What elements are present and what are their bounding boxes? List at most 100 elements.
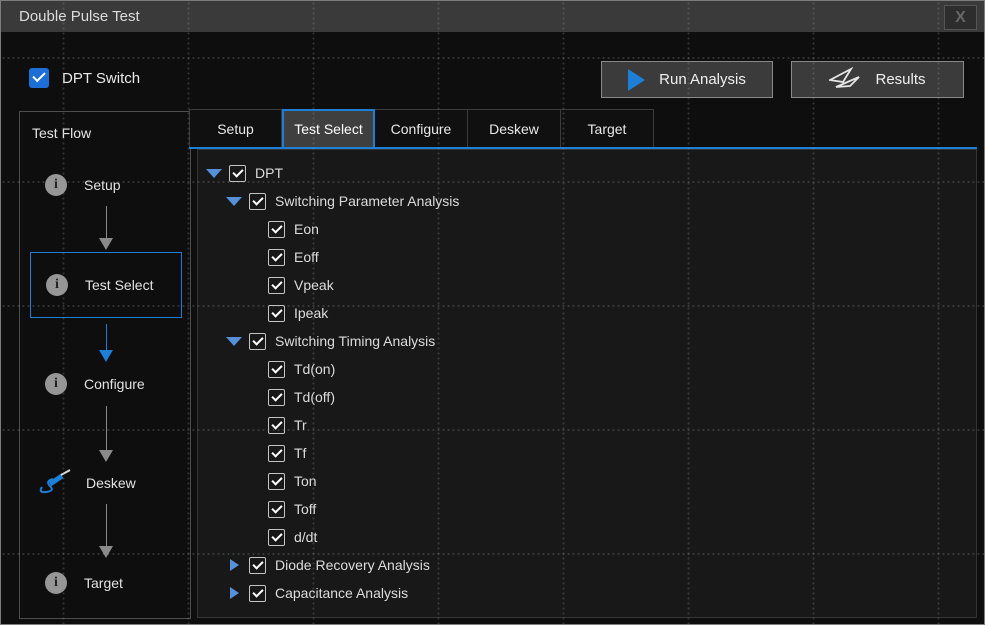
test-flow-title: Test Flow	[32, 125, 91, 141]
triangle-glyph	[226, 337, 242, 346]
tab-bar: SetupTest SelectConfigureDeskewTarget	[189, 109, 977, 149]
title-bar: Double Pulse Test	[1, 1, 984, 32]
tree-row-label: Toff	[294, 501, 316, 517]
tree-row-toff[interactable]: Toff	[198, 495, 976, 523]
tree-row-label: Ipeak	[294, 305, 328, 321]
checkbox-dpt[interactable]	[229, 165, 246, 182]
arrow-head-icon	[99, 546, 113, 558]
tree-row-dpt[interactable]: DPT	[198, 159, 976, 187]
results-button[interactable]: Results	[791, 61, 964, 98]
checkbox-tf[interactable]	[268, 445, 285, 462]
flow-step-test-select[interactable]: Test Select	[30, 252, 182, 318]
triangle-right-icon[interactable]	[226, 559, 242, 571]
tree-row-label: Switching Timing Analysis	[275, 333, 435, 349]
checkbox-eon[interactable]	[268, 221, 285, 238]
dpt-switch-checkbox[interactable]	[29, 68, 49, 88]
tree-row-label: DPT	[255, 165, 283, 181]
tree-row-ipeak[interactable]: Ipeak	[198, 299, 976, 327]
tab-configure[interactable]: Configure	[375, 109, 468, 147]
tree-row-vpeak[interactable]: Vpeak	[198, 271, 976, 299]
tree-row-eoff[interactable]: Eoff	[198, 243, 976, 271]
flow-arrow-gray	[99, 504, 113, 558]
arrow-shaft	[106, 406, 107, 450]
triangle-down-icon[interactable]	[226, 337, 242, 346]
tab-target[interactable]: Target	[561, 109, 654, 147]
triangle-down-icon[interactable]	[226, 197, 242, 206]
checkbox-eoff[interactable]	[268, 249, 285, 266]
checkbox-ton[interactable]	[268, 473, 285, 490]
tree-row-eon[interactable]: Eon	[198, 215, 976, 243]
flow-step-label: Target	[84, 575, 123, 591]
test-flow-panel: Test Flow Setup Test Select Configure Deske…	[19, 111, 191, 619]
tab-setup[interactable]: Setup	[189, 109, 282, 147]
tree-row-diode-recovery-analysis[interactable]: Diode Recovery Analysis	[198, 551, 976, 579]
run-analysis-label: Run Analysis	[659, 71, 746, 88]
info-icon	[45, 174, 67, 196]
tree-row-capacitance-analysis[interactable]: Capacitance Analysis	[198, 579, 976, 607]
checkbox-td-off[interactable]	[268, 389, 285, 406]
triangle-right-icon[interactable]	[226, 587, 242, 599]
tree-row-switching-timing-analysis[interactable]: Switching Timing Analysis	[198, 327, 976, 355]
test-select-tree: DPT Switching Parameter AnalysisEon Eoff Vp…	[197, 149, 977, 618]
flow-step-label: Test Select	[85, 277, 153, 293]
tree-row-td-on[interactable]: Td(on)	[198, 355, 976, 383]
flow-step-label: Configure	[84, 376, 145, 392]
arrow-head-icon	[99, 238, 113, 250]
window-title: Double Pulse Test	[19, 8, 140, 25]
checkbox-td-on[interactable]	[268, 361, 285, 378]
flow-step-label: Setup	[84, 177, 121, 193]
close-icon: X	[955, 9, 966, 27]
flow-step-configure[interactable]: Configure	[45, 373, 145, 395]
probe-icon	[38, 466, 72, 499]
arrow-shaft	[106, 206, 107, 238]
tab-test-select[interactable]: Test Select	[282, 109, 375, 147]
flow-arrow-gray	[99, 406, 113, 462]
flow-step-label: Deskew	[86, 475, 136, 491]
checkbox-d-dt[interactable]	[268, 529, 285, 546]
tree-row-tf[interactable]: Tf	[198, 439, 976, 467]
tree-row-label: Tr	[294, 417, 307, 433]
dpt-switch-toggle[interactable]: DPT Switch	[29, 68, 140, 88]
play-icon	[628, 69, 645, 91]
tree-row-label: Eoff	[294, 249, 319, 265]
tree-row-label: Tf	[294, 445, 306, 461]
tree-row-label: Diode Recovery Analysis	[275, 557, 430, 573]
checkbox-ipeak[interactable]	[268, 305, 285, 322]
checkbox-switching-timing-analysis[interactable]	[249, 333, 266, 350]
checkbox-tr[interactable]	[268, 417, 285, 434]
info-icon	[46, 274, 68, 296]
results-label: Results	[875, 71, 925, 88]
dpt-switch-label: DPT Switch	[62, 70, 140, 87]
tree-row-label: Vpeak	[294, 277, 334, 293]
tree-row-label: Capacitance Analysis	[275, 585, 408, 601]
flow-arrow-gray	[99, 206, 113, 250]
tree-row-td-off[interactable]: Td(off)	[198, 383, 976, 411]
double-pulse-test-dialog: Double Pulse Test X DPT Switch Run Analy…	[0, 0, 985, 625]
run-analysis-button[interactable]: Run Analysis	[601, 61, 773, 98]
tree-row-label: d/dt	[294, 529, 317, 545]
tree-row-d-dt[interactable]: d/dt	[198, 523, 976, 551]
flow-step-deskew[interactable]: Deskew	[38, 466, 136, 499]
tree-row-label: Ton	[294, 473, 317, 489]
checkbox-diode-recovery-analysis[interactable]	[249, 557, 266, 574]
arrow-head-icon	[99, 450, 113, 462]
triangle-glyph	[230, 559, 239, 571]
tree-row-tr[interactable]: Tr	[198, 411, 976, 439]
arrow-shaft	[106, 324, 107, 350]
flow-step-target[interactable]: Target	[45, 572, 123, 594]
tree-row-ton[interactable]: Ton	[198, 467, 976, 495]
triangle-down-icon[interactable]	[206, 169, 222, 178]
triangle-glyph	[206, 169, 222, 178]
tab-deskew[interactable]: Deskew	[468, 109, 561, 147]
checkbox-vpeak[interactable]	[268, 277, 285, 294]
results-icon	[829, 67, 861, 93]
flow-step-setup[interactable]: Setup	[45, 174, 121, 196]
info-icon	[45, 373, 67, 395]
flow-arrow-blue	[99, 324, 113, 362]
tree-row-switching-parameter-analysis[interactable]: Switching Parameter Analysis	[198, 187, 976, 215]
close-button[interactable]: X	[944, 5, 977, 30]
checkbox-toff[interactable]	[268, 501, 285, 518]
tree-row-label: Td(on)	[294, 361, 335, 377]
checkbox-switching-parameter-analysis[interactable]	[249, 193, 266, 210]
checkbox-capacitance-analysis[interactable]	[249, 585, 266, 602]
